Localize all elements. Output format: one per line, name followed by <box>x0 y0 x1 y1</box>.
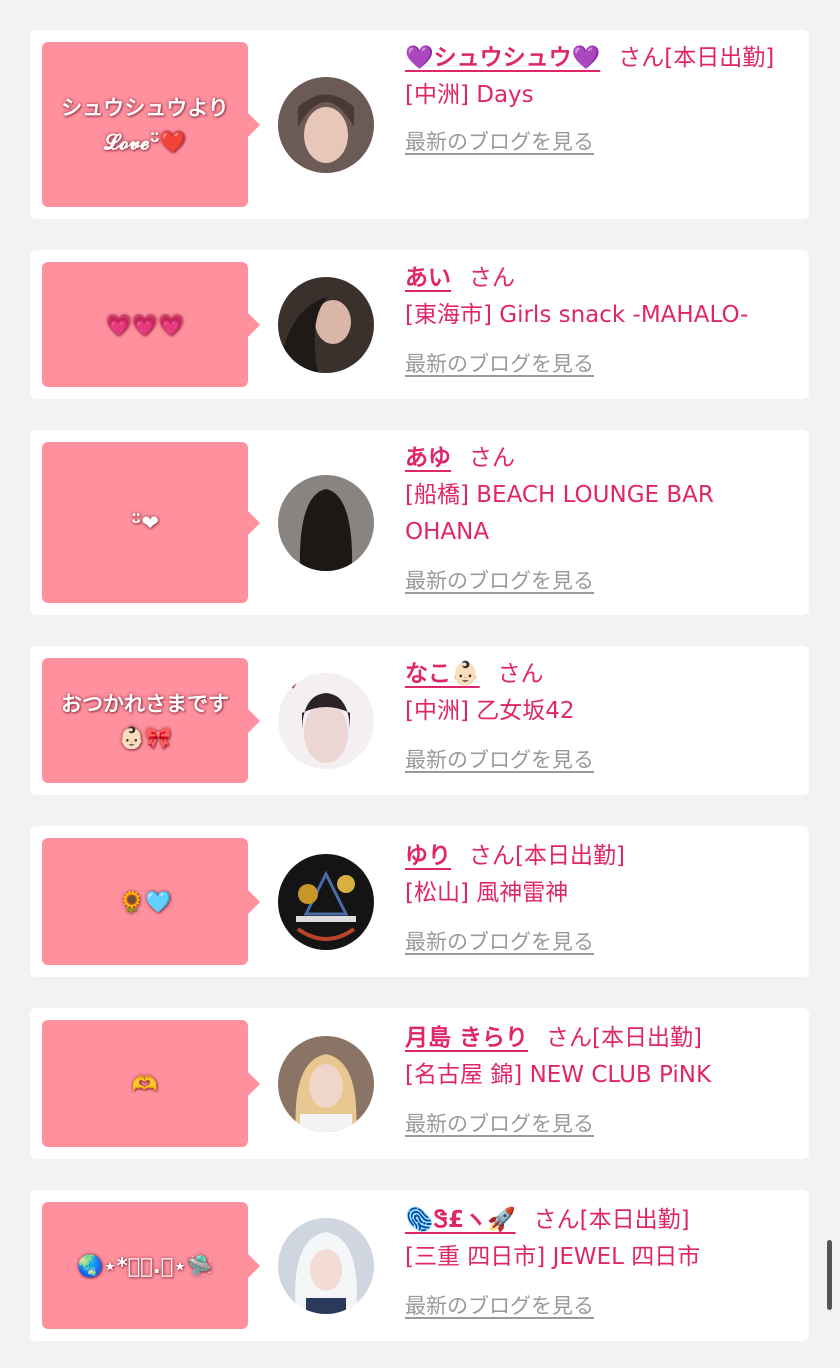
list-item: ᵕ̈❤︎ あゆ さん [船橋] BEACH LOUNGE BAR OHANA 最新… <box>30 430 809 615</box>
list-item: 🌻🩵 ゆり さん[本日出勤] [松山] 風神雷神 最新のブログを見る <box>30 826 809 977</box>
honorific: さん <box>533 1207 580 1233</box>
message-bubble: 💗💗💗 <box>42 262 260 387</box>
shop-label: [中洲] 乙女坂42 <box>405 698 575 724</box>
message-line: ᵕ̈❤︎ <box>131 510 159 535</box>
status-label: [本日出勤] <box>579 1207 690 1233</box>
cast-name-link[interactable]: あい <box>405 265 451 291</box>
cast-name-link[interactable]: 💜シュウシュウ💜 <box>405 45 600 71</box>
message-line: 💗💗💗 <box>105 312 185 337</box>
latest-blog-link[interactable]: 最新のブログを見る <box>405 124 789 161</box>
honorific: さん <box>469 843 515 869</box>
message-line: おつかれさまです <box>61 691 229 716</box>
message-line: 👶🏻🎀 <box>118 725 172 750</box>
honorific: さん <box>618 45 665 71</box>
message-line: 🌻🩵 <box>118 889 172 914</box>
honorific: さん <box>469 265 515 291</box>
message-line: 🫶 <box>131 1071 159 1096</box>
message-bubble: ᵕ̈❤︎ <box>42 442 260 603</box>
shop-label: [船橋] BEACH LOUNGE BAR OHANA <box>405 482 714 545</box>
honorific: さん <box>497 661 544 687</box>
list-item: 🫶 月島 きらり さん[本日出勤] [名古屋 錦] NEW CLUB PiNK 最… <box>30 1008 809 1159</box>
avatar[interactable] <box>278 1218 374 1314</box>
list-item: 💗💗💗 あい さん [東海市] Girls snack -MAHALO- 最新のブ… <box>30 250 809 399</box>
cast-name-link[interactable]: 月島 きらり <box>405 1025 528 1051</box>
status-label: [本日出勤] <box>592 1025 702 1051</box>
cast-name-link[interactable]: あゆ <box>405 445 451 471</box>
honorific: さん <box>469 445 515 471</box>
avatar[interactable] <box>278 475 374 571</box>
list-item: おつかれさまです 👶🏻🎀 なこ👶🏻 さん [中洲] 乙女坂42 最新のブログを見る <box>30 646 809 795</box>
latest-blog-link[interactable]: 最新のブログを見る <box>405 742 789 779</box>
latest-blog-link[interactable]: 最新のブログを見る <box>405 1288 789 1325</box>
shop-label: [中洲] Days <box>405 82 534 108</box>
cast-name-link[interactable]: 🫆Ꮥ£ヽ🚀 <box>405 1207 516 1233</box>
entry-list: シュウシュウより 𝓛𝓸𝓿𝓮ᵕ̈❤️ 💜シュウシュウ💜 さん[本日出勤] [中洲] … <box>30 30 809 1368</box>
list-item: 🌏⋆*ﾟ･.｡⋆🛸 🫆Ꮥ£ヽ🚀 さん[本日出勤] [三重 四日市] JEWEL 四… <box>30 1190 809 1341</box>
avatar[interactable] <box>278 854 374 950</box>
message-bubble: 🌻🩵 <box>42 838 260 965</box>
shop-label: [三重 四日市] JEWEL 四日市 <box>405 1244 701 1270</box>
avatar[interactable] <box>278 77 374 173</box>
message-bubble: おつかれさまです 👶🏻🎀 <box>42 658 260 783</box>
cast-name-link[interactable]: ゆり <box>405 843 451 869</box>
scrollbar-thumb[interactable] <box>827 1240 832 1310</box>
message-bubble: シュウシュウより 𝓛𝓸𝓿𝓮ᵕ̈❤️ <box>42 42 260 207</box>
avatar[interactable] <box>278 277 374 373</box>
list-item: シュウシュウより 𝓛𝓸𝓿𝓮ᵕ̈❤️ 💜シュウシュウ💜 さん[本日出勤] [中洲] … <box>30 30 809 219</box>
latest-blog-link[interactable]: 最新のブログを見る <box>405 346 789 383</box>
status-label: [本日出勤] <box>664 45 775 71</box>
latest-blog-link[interactable]: 最新のブログを見る <box>405 563 789 600</box>
latest-blog-link[interactable]: 最新のブログを見る <box>405 924 789 961</box>
honorific: さん <box>546 1025 593 1051</box>
message-bubble: 🌏⋆*ﾟ･.｡⋆🛸 <box>42 1202 260 1329</box>
message-line: シュウシュウより <box>61 95 229 120</box>
latest-blog-link[interactable]: 最新のブログを見る <box>405 1106 789 1143</box>
shop-label: [東海市] Girls snack -MAHALO- <box>405 302 749 328</box>
message-line: 🌏⋆*ﾟ･.｡⋆🛸 <box>77 1253 213 1278</box>
shop-label: [松山] 風神雷神 <box>405 880 569 906</box>
message-bubble: 🫶 <box>42 1020 260 1147</box>
cast-name-link[interactable]: なこ👶🏻 <box>405 661 480 687</box>
status-label: [本日出勤] <box>515 843 625 869</box>
message-line: 𝓛𝓸𝓿𝓮ᵕ̈❤️ <box>103 129 187 154</box>
avatar[interactable] <box>278 1036 374 1132</box>
avatar[interactable] <box>278 673 374 769</box>
shop-label: [名古屋 錦] NEW CLUB PiNK <box>405 1062 712 1088</box>
